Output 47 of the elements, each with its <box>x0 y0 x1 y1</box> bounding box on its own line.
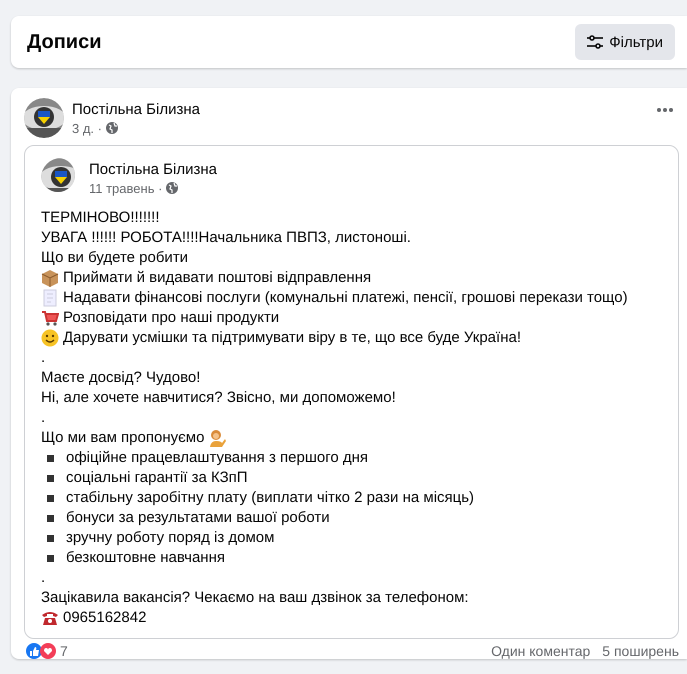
more-icon[interactable] <box>657 108 673 112</box>
post-time[interactable]: 11 травень · <box>89 180 162 196</box>
bullet-icon <box>47 474 54 482</box>
bullet-icon <box>47 454 54 462</box>
bullet-icon <box>47 494 54 502</box>
body-text: . <box>41 568 46 588</box>
reaction-count[interactable]: 7 <box>60 643 68 659</box>
body-text: Зацікавила вакансія? Чекаємо на ваш дзвінок за телефоном: <box>41 588 469 608</box>
body-text: бонуси за результатами вашої роботи <box>66 508 330 528</box>
shares-link[interactable]: 5 поширень <box>602 643 679 659</box>
body-text: Маєте досвід? Чудово! <box>41 368 200 388</box>
body-text: соціальні гарантії за КЗпП <box>66 468 248 488</box>
box-icon <box>41 269 59 287</box>
comments-link[interactable]: Один коментар <box>491 643 590 659</box>
body-text: Приймати й видавати поштові відправлення <box>63 268 372 288</box>
bullet-icon <box>47 554 54 562</box>
cart-icon <box>41 309 59 327</box>
body-text: Розповідати про наші продукти <box>63 308 280 328</box>
globe-icon <box>106 122 118 134</box>
page-title: Дописи <box>27 30 102 54</box>
globe-icon <box>166 182 178 194</box>
body-text: Ні, але хочете навчитися? Звісно, ми допоможемо! <box>41 388 396 408</box>
body-text: зручну роботу поряд із домом <box>66 528 274 548</box>
telephone-icon <box>41 609 59 627</box>
bullet-icon <box>47 534 54 542</box>
body-text: Надавати фінансові послуги (комунальні платежі, пенсії, грошові перекази тощо) <box>63 288 628 308</box>
bullet-icon <box>47 514 54 522</box>
receipt-icon <box>41 289 59 307</box>
body-text: . <box>41 348 46 368</box>
body-text: 0965162842 <box>63 608 146 628</box>
body-text: . <box>41 408 46 428</box>
author-name[interactable]: Постільна Білизна <box>72 100 200 118</box>
body-text: Що ви будете робити <box>41 248 188 268</box>
author-name[interactable]: Постільна Білизна <box>89 160 217 178</box>
body-text: Дарувати усмішки та підтримувати віру в те, що все буде Україна! <box>63 328 521 348</box>
reaction-icons[interactable] <box>26 643 56 659</box>
body-text: стабільну заробітну плату (виплати чітко 2 рази на місяць) <box>66 488 474 508</box>
filter-button[interactable]: Фільтри <box>575 24 675 60</box>
body-text: УВАГА !!!!!! РОБОТА!!!!Начальника ПВПЗ, листоноші. <box>41 228 411 248</box>
body-text: офіційне працевлаштування з першого дня <box>66 448 368 468</box>
person-icon <box>208 429 226 447</box>
body-text: Що ми вам пропонуємо <box>41 428 204 448</box>
smiley-icon <box>41 329 59 347</box>
body-text: ТЕРМІНОВО!!!!!!! <box>41 208 160 228</box>
post-time[interactable]: 3 д. · <box>72 120 102 136</box>
body-text: безкоштовне навчання <box>66 548 225 568</box>
filter-icon <box>587 35 604 49</box>
